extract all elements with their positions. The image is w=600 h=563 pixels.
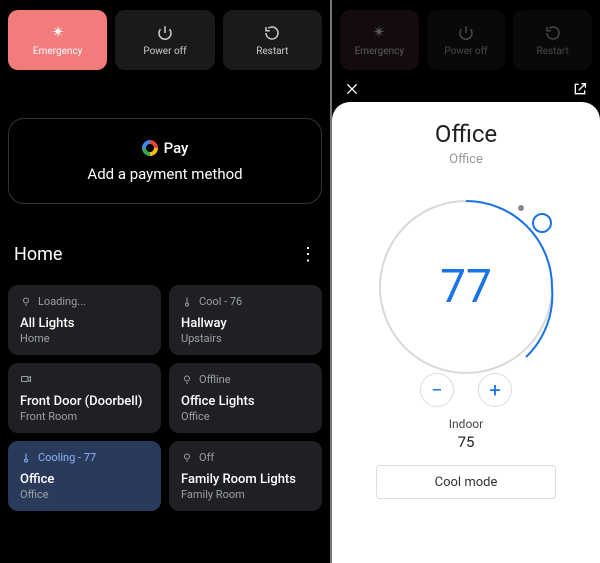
- emergency-label: Emergency: [355, 46, 404, 57]
- google-pay-caption: Add a payment method: [87, 165, 242, 183]
- restart-label: Restart: [537, 46, 569, 57]
- tile-status: Loading...: [38, 295, 86, 308]
- power-icon: [156, 24, 174, 42]
- tile-status: Offline: [199, 373, 231, 386]
- restart-icon: [263, 24, 281, 42]
- sheet-action-bar: [332, 76, 600, 102]
- dial-handle[interactable]: [532, 213, 552, 233]
- tile-room: Home: [20, 332, 149, 345]
- asterisk-icon: [49, 24, 67, 42]
- tile-all-lights[interactable]: Loading... All Lights Home: [8, 285, 161, 355]
- restart-button-dimmed: Restart: [513, 10, 592, 70]
- power-off-button-dimmed: Power off: [427, 10, 506, 70]
- google-pay-logo: Pay: [142, 139, 189, 157]
- dial-current-dot: [518, 205, 524, 211]
- bulb-icon: [181, 374, 193, 386]
- tile-name: Office: [20, 472, 149, 487]
- tile-status: Off: [199, 451, 214, 464]
- mode-button[interactable]: Cool mode: [376, 465, 556, 499]
- thermostat-subtitle: Office: [449, 152, 483, 167]
- thermostat-sheet: Office Office 77 − + Indoor 75 Cool mode: [332, 102, 600, 563]
- tile-room: Office: [181, 410, 310, 423]
- close-icon[interactable]: [342, 79, 362, 99]
- tile-office-lights[interactable]: Offline Office Lights Office: [169, 363, 322, 433]
- more-icon[interactable]: ⋮: [299, 246, 316, 264]
- emergency-button-dimmed: Emergency: [340, 10, 419, 70]
- indoor-label: Indoor: [449, 417, 483, 431]
- camera-icon: [20, 373, 32, 385]
- restart-label: Restart: [256, 46, 288, 57]
- tile-hallway[interactable]: Cool - 76 Hallway Upstairs: [169, 285, 322, 355]
- mode-label: Cool mode: [435, 475, 498, 490]
- tile-room: Front Room: [20, 410, 149, 423]
- emergency-label: Emergency: [33, 46, 82, 57]
- open-in-new-icon[interactable]: [570, 79, 590, 99]
- bulb-icon: [181, 452, 193, 464]
- google-g-icon: [142, 140, 158, 156]
- power-icon: [457, 24, 475, 42]
- power-off-label: Power off: [143, 46, 186, 57]
- tile-name: Front Door (Doorbell): [20, 394, 149, 409]
- tile-office-thermostat[interactable]: Cooling - 77 Office Office: [8, 441, 161, 511]
- google-pay-card[interactable]: Pay Add a payment method: [8, 118, 322, 204]
- tile-room: Office: [20, 488, 149, 501]
- thermostat-title: Office: [435, 120, 497, 148]
- asterisk-icon: [370, 24, 388, 42]
- tile-name: Office Lights: [181, 394, 310, 409]
- thermostat-dial[interactable]: 77: [366, 187, 566, 387]
- power-off-button[interactable]: Power off: [115, 10, 214, 70]
- emergency-button[interactable]: Emergency: [8, 10, 107, 70]
- indoor-value: 75: [458, 433, 475, 451]
- home-header: Home ⋮: [8, 244, 322, 265]
- device-tile-grid: Loading... All Lights Home Cool - 76 Hal…: [8, 285, 322, 511]
- tile-status: Cool - 76: [199, 295, 242, 308]
- tile-room: Upstairs: [181, 332, 310, 345]
- home-title: Home: [14, 244, 62, 265]
- tile-room: Family Room: [181, 488, 310, 501]
- tile-family-room-lights[interactable]: Off Family Room Lights Family Room: [169, 441, 322, 511]
- thermometer-icon: [20, 452, 32, 464]
- tile-front-door[interactable]: Front Door (Doorbell) Front Room: [8, 363, 161, 433]
- restart-icon: [544, 24, 562, 42]
- thermometer-icon: [181, 296, 193, 308]
- power-row: Emergency Power off Restart: [8, 10, 322, 70]
- tile-name: All Lights: [20, 316, 149, 331]
- google-pay-brand: Pay: [164, 139, 189, 157]
- power-off-label: Power off: [444, 46, 487, 57]
- tile-name: Family Room Lights: [181, 472, 310, 487]
- bulb-icon: [20, 296, 32, 308]
- power-row-dimmed: Emergency Power off Restart: [332, 0, 600, 70]
- tile-name: Hallway: [181, 316, 310, 331]
- restart-button[interactable]: Restart: [223, 10, 322, 70]
- tile-status: Cooling - 77: [38, 451, 96, 464]
